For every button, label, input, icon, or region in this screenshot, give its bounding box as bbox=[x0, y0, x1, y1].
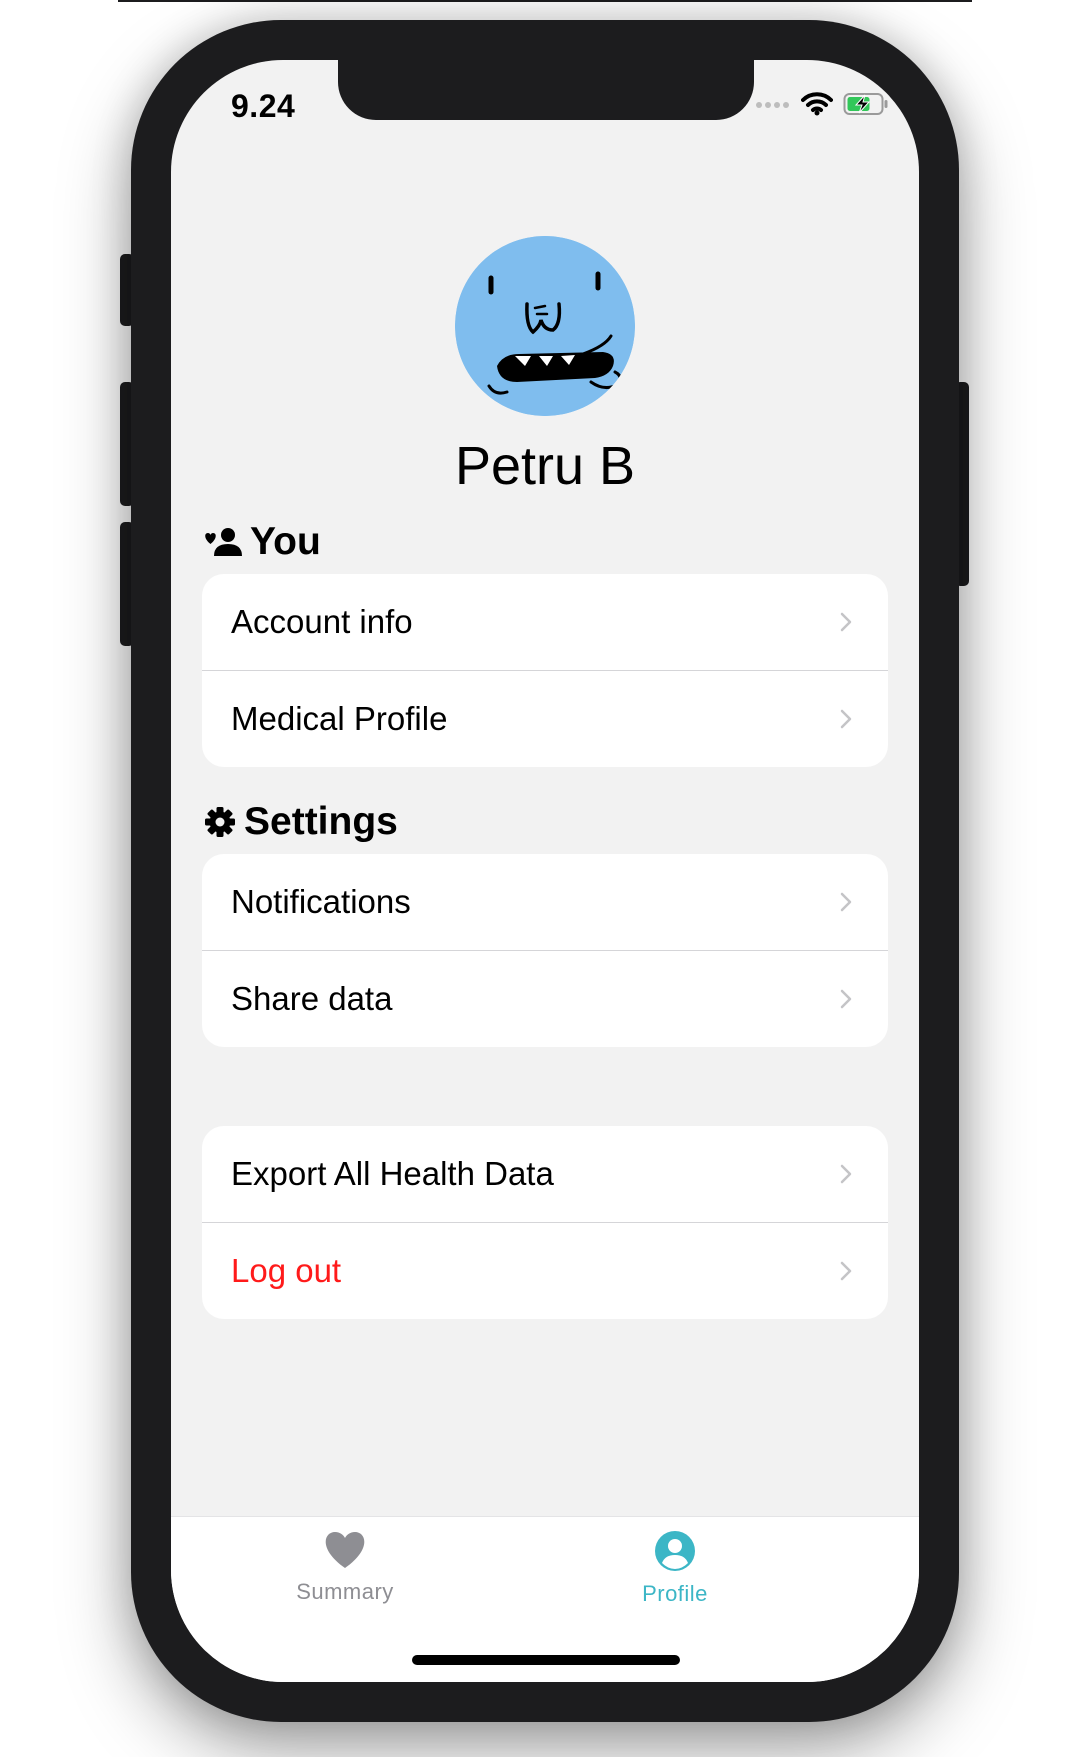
chevron-right-icon bbox=[840, 1164, 852, 1184]
tab-summary-label: Summary bbox=[296, 1579, 394, 1604]
account-info-label: Account info bbox=[231, 603, 413, 640]
section-title-you: You bbox=[250, 520, 321, 563]
status-time: 9.24 bbox=[231, 88, 296, 124]
export-health-data-row[interactable]: Export All Health Data bbox=[202, 1126, 888, 1222]
chevron-right-icon bbox=[840, 892, 852, 912]
heart-icon bbox=[325, 1532, 365, 1568]
chevron-right-icon bbox=[840, 989, 852, 1009]
avatar-illustration bbox=[455, 236, 635, 416]
status-icons bbox=[755, 92, 889, 116]
avatar[interactable] bbox=[455, 236, 635, 416]
chevron-right-icon bbox=[840, 1261, 852, 1281]
top-edge-line bbox=[118, 0, 972, 2]
log-out-row[interactable]: Log out bbox=[202, 1222, 888, 1319]
home-indicator[interactable] bbox=[412, 1655, 680, 1665]
notch bbox=[338, 60, 754, 120]
share-data-row[interactable]: Share data bbox=[202, 950, 888, 1047]
share-data-label: Share data bbox=[231, 980, 393, 1017]
log-out-label: Log out bbox=[231, 1252, 342, 1289]
battery-charging-icon bbox=[843, 93, 888, 115]
actions-group: Export All Health Data Log out bbox=[202, 1126, 888, 1319]
section-title-settings: Settings bbox=[244, 800, 398, 843]
tab-profile-label: Profile bbox=[642, 1581, 708, 1606]
chevron-right-icon bbox=[840, 709, 852, 729]
gear-icon bbox=[205, 807, 235, 837]
tab-summary[interactable]: Summary bbox=[245, 1531, 445, 1605]
user-circle-icon bbox=[655, 1531, 695, 1571]
notifications-row[interactable]: Notifications bbox=[202, 854, 888, 950]
app-screen: 9.24 Petru B You Account info Medical Pr… bbox=[171, 60, 919, 1682]
user-plus-icon bbox=[205, 528, 242, 556]
notifications-label: Notifications bbox=[231, 883, 411, 920]
you-group: Account info Medical Profile bbox=[202, 574, 888, 767]
section-header-you: You bbox=[204, 520, 321, 564]
account-info-row[interactable]: Account info bbox=[202, 574, 888, 670]
medical-profile-row[interactable]: Medical Profile bbox=[202, 670, 888, 767]
cellular-signal-icon bbox=[756, 102, 789, 108]
chevron-right-icon bbox=[840, 612, 852, 632]
section-header-settings: Settings bbox=[204, 800, 398, 844]
profile-name: Petru B bbox=[454, 436, 636, 496]
tab-profile[interactable]: Profile bbox=[575, 1531, 775, 1607]
settings-group: Notifications Share data bbox=[202, 854, 888, 1047]
export-health-data-label: Export All Health Data bbox=[231, 1155, 554, 1192]
wifi-icon bbox=[801, 92, 833, 116]
medical-profile-label: Medical Profile bbox=[231, 700, 448, 737]
